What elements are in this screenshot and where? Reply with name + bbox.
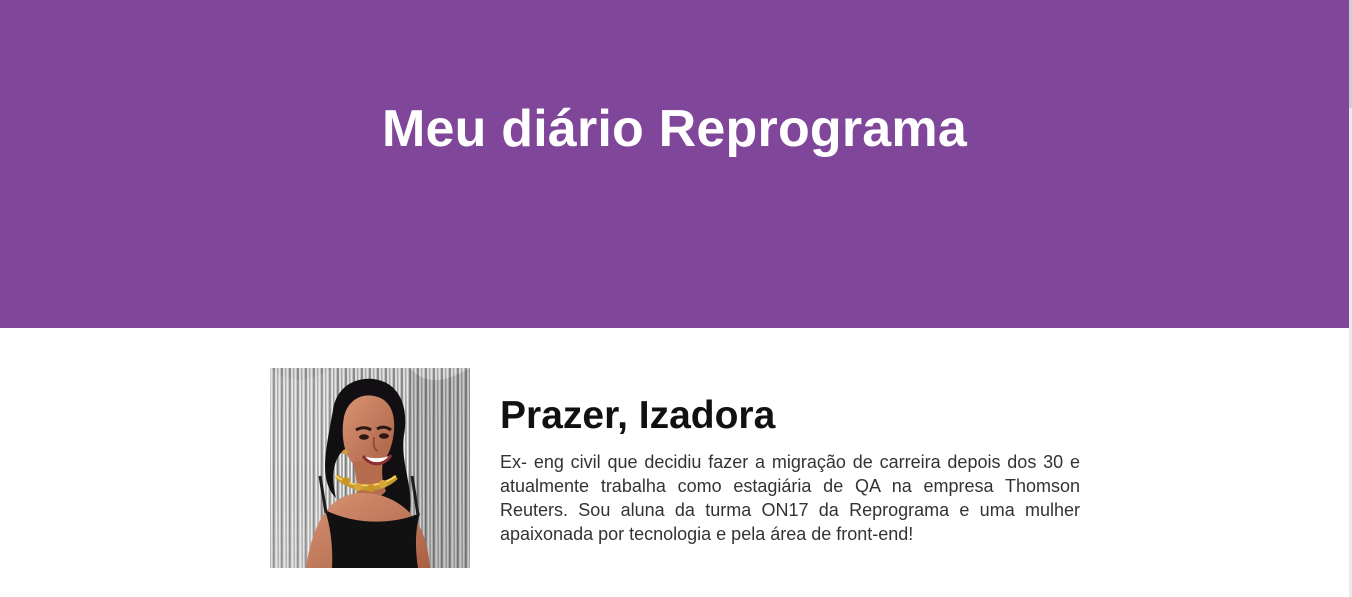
page: Meu diário Reprograma Prazer, Izadora Ex…	[0, 0, 1352, 597]
hero-banner: Meu diário Reprograma	[0, 0, 1349, 328]
profile-heading: Prazer, Izadora	[500, 394, 776, 437]
hero-title: Meu diário Reprograma	[382, 100, 967, 158]
profile-photo-illustration	[270, 368, 470, 568]
profile-photo	[270, 368, 470, 568]
profile-bio: Ex- eng civil que decidiu fazer a migraç…	[500, 452, 1080, 544]
